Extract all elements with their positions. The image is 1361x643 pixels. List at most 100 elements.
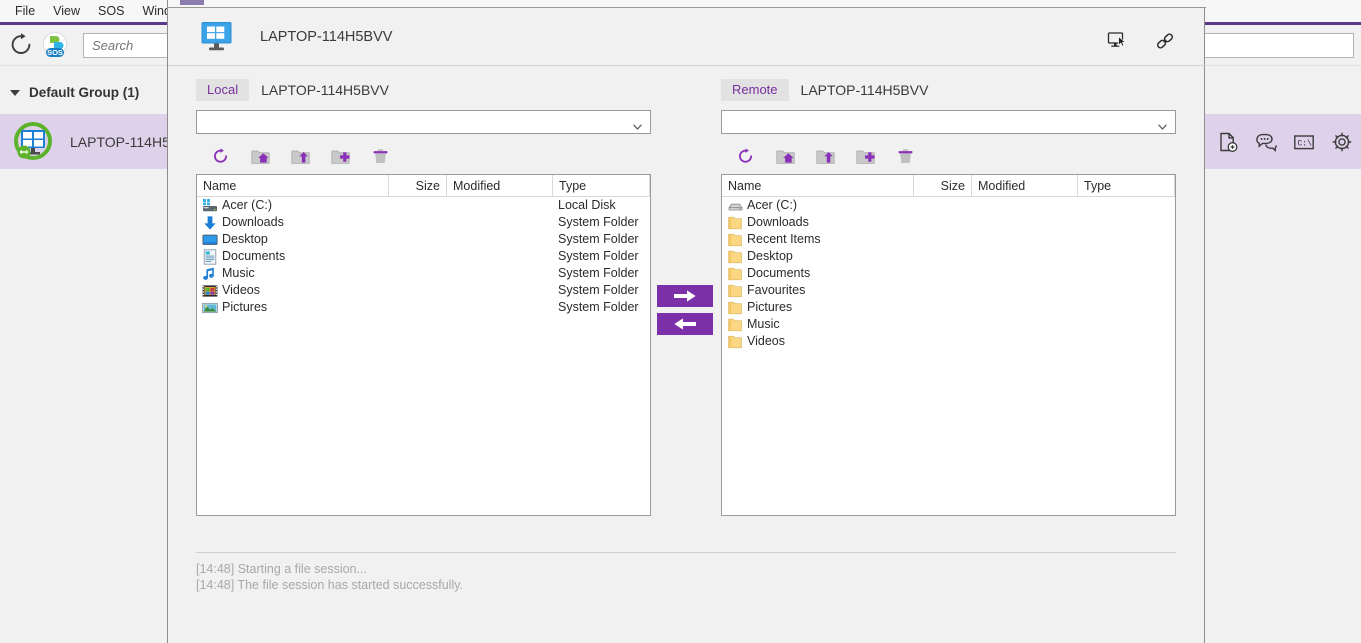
folder-icon [727,215,743,231]
session-log: [14:48] Starting a file session... [14:4… [196,552,1176,593]
remote-panel-header: Remote LAPTOP-114H5BVV [721,78,1176,102]
title-bar-accent [180,0,204,5]
file-row[interactable]: Music System Folder [197,265,650,282]
file-row[interactable]: Acer (C:) [722,197,1175,214]
file-row[interactable]: Acer (C:) Local Disk [197,197,650,214]
remote-file-list[interactable]: Name Size Modified Type Acer (C:) Downloa… [721,174,1176,516]
file-row[interactable]: Downloads System Folder [197,214,650,231]
menu-sos[interactable]: SOS [89,2,133,20]
chevron-down-icon [1158,119,1167,130]
remote-toolbar [721,142,1176,170]
file-row-type: System Folder [558,283,639,297]
folder-icon [727,232,743,248]
refresh-icon[interactable] [8,32,34,58]
local-toolbar [196,142,651,170]
remote-path-dropdown[interactable] [721,110,1176,134]
new-folder-icon[interactable] [850,144,880,168]
local-column-headers: Name Size Modified Type [197,175,650,197]
file-row-type: System Folder [558,249,639,263]
file-row-name: Pictures [202,299,267,316]
refresh-icon[interactable] [730,144,760,168]
file-row[interactable]: Desktop System Folder [197,231,650,248]
menu-view[interactable]: View [44,2,89,20]
file-row[interactable]: Videos [722,333,1175,350]
new-folder-icon[interactable] [325,144,355,168]
file-row-label: Desktop [222,232,268,246]
file-row[interactable]: Recent Items [722,231,1175,248]
column-header-name[interactable]: Name [722,175,914,197]
transfer-left-button[interactable] [657,313,713,335]
file-row[interactable]: Pictures [722,299,1175,316]
column-divider [649,175,650,197]
column-header-type[interactable]: Type [1078,175,1174,197]
home-folder-icon[interactable] [245,144,275,168]
desktop-icon [202,232,218,248]
command-prompt-icon[interactable]: C:\ [1293,131,1315,153]
column-header-size[interactable]: Size [914,175,972,197]
file-row-label: Downloads [222,215,284,229]
home-folder-icon[interactable] [770,144,800,168]
chat-icon[interactable] [1255,131,1277,153]
file-row-label: Videos [747,334,785,348]
file-row-name: Desktop [727,248,793,265]
column-header-name[interactable]: Name [197,175,389,197]
remote-host-name: LAPTOP-114H5BVV [800,82,929,98]
file-row-label: Pictures [222,300,268,314]
tab-local[interactable]: Local [196,79,250,101]
file-row[interactable]: Favourites [722,282,1175,299]
file-row[interactable]: Music [722,316,1175,333]
local-host-name: LAPTOP-114H5BVV [261,82,389,98]
documents-icon [202,248,218,265]
file-row-label: Downloads [747,215,809,229]
file-row-label: Pictures [747,300,793,314]
menu-file[interactable]: File [6,2,44,20]
file-row[interactable]: Videos System Folder [197,282,650,299]
file-row-name: Favourites [727,282,805,299]
windows-computer-icon [200,21,234,53]
local-panel-header: Local LAPTOP-114H5BVV [196,78,651,102]
link-icon[interactable] [1154,31,1176,51]
column-header-type[interactable]: Type [553,175,649,197]
transfer-buttons [657,285,713,341]
file-row-label: Videos [222,283,260,297]
sos-icon[interactable]: SOS [41,31,69,59]
remote-control-icon[interactable] [1107,31,1129,51]
group-label: Default Group (1) [29,85,140,100]
file-row-type: System Folder [558,266,639,280]
file-row[interactable]: Documents System Folder [197,248,650,265]
file-transfer-icon[interactable] [1217,131,1239,153]
column-divider [1174,175,1175,197]
settings-gear-icon[interactable] [1331,131,1353,153]
drive-gray-icon [727,198,743,214]
file-row-name: Downloads [727,214,809,231]
file-row[interactable]: Pictures System Folder [197,299,650,316]
tab-remote[interactable]: Remote [721,79,789,101]
folder-icon [727,283,743,299]
remote-panel: Remote LAPTOP-114H5BVV Name Size Modifie… [721,78,1176,516]
file-row-label: Music [222,266,255,280]
file-row[interactable]: Desktop [722,248,1175,265]
transfer-right-button[interactable] [657,285,713,307]
up-folder-icon[interactable] [810,144,840,168]
log-line: [14:48] The file session has started suc… [196,578,464,592]
arrow-right-icon [674,290,696,302]
folder-icon [727,249,743,265]
column-header-modified[interactable]: Modified [447,175,553,197]
local-file-list[interactable]: Name Size Modified Type Acer (C:) Local D… [196,174,651,516]
chevron-down-icon [633,119,642,130]
up-folder-icon[interactable] [285,144,315,168]
file-row-label: Desktop [747,249,793,263]
local-panel: Local LAPTOP-114H5BVV Name Size Modified… [196,78,651,516]
chevron-down-icon[interactable] [10,89,20,96]
delete-trash-icon[interactable] [890,144,920,168]
drive-icon [202,198,218,214]
file-row-name: Music [202,265,255,282]
refresh-icon[interactable] [205,144,235,168]
local-path-dropdown[interactable] [196,110,651,134]
file-row[interactable]: Documents [722,265,1175,282]
file-row-label: Recent Items [747,232,821,246]
column-header-modified[interactable]: Modified [972,175,1078,197]
file-row[interactable]: Downloads [722,214,1175,231]
delete-trash-icon[interactable] [365,144,395,168]
column-header-size[interactable]: Size [389,175,447,197]
